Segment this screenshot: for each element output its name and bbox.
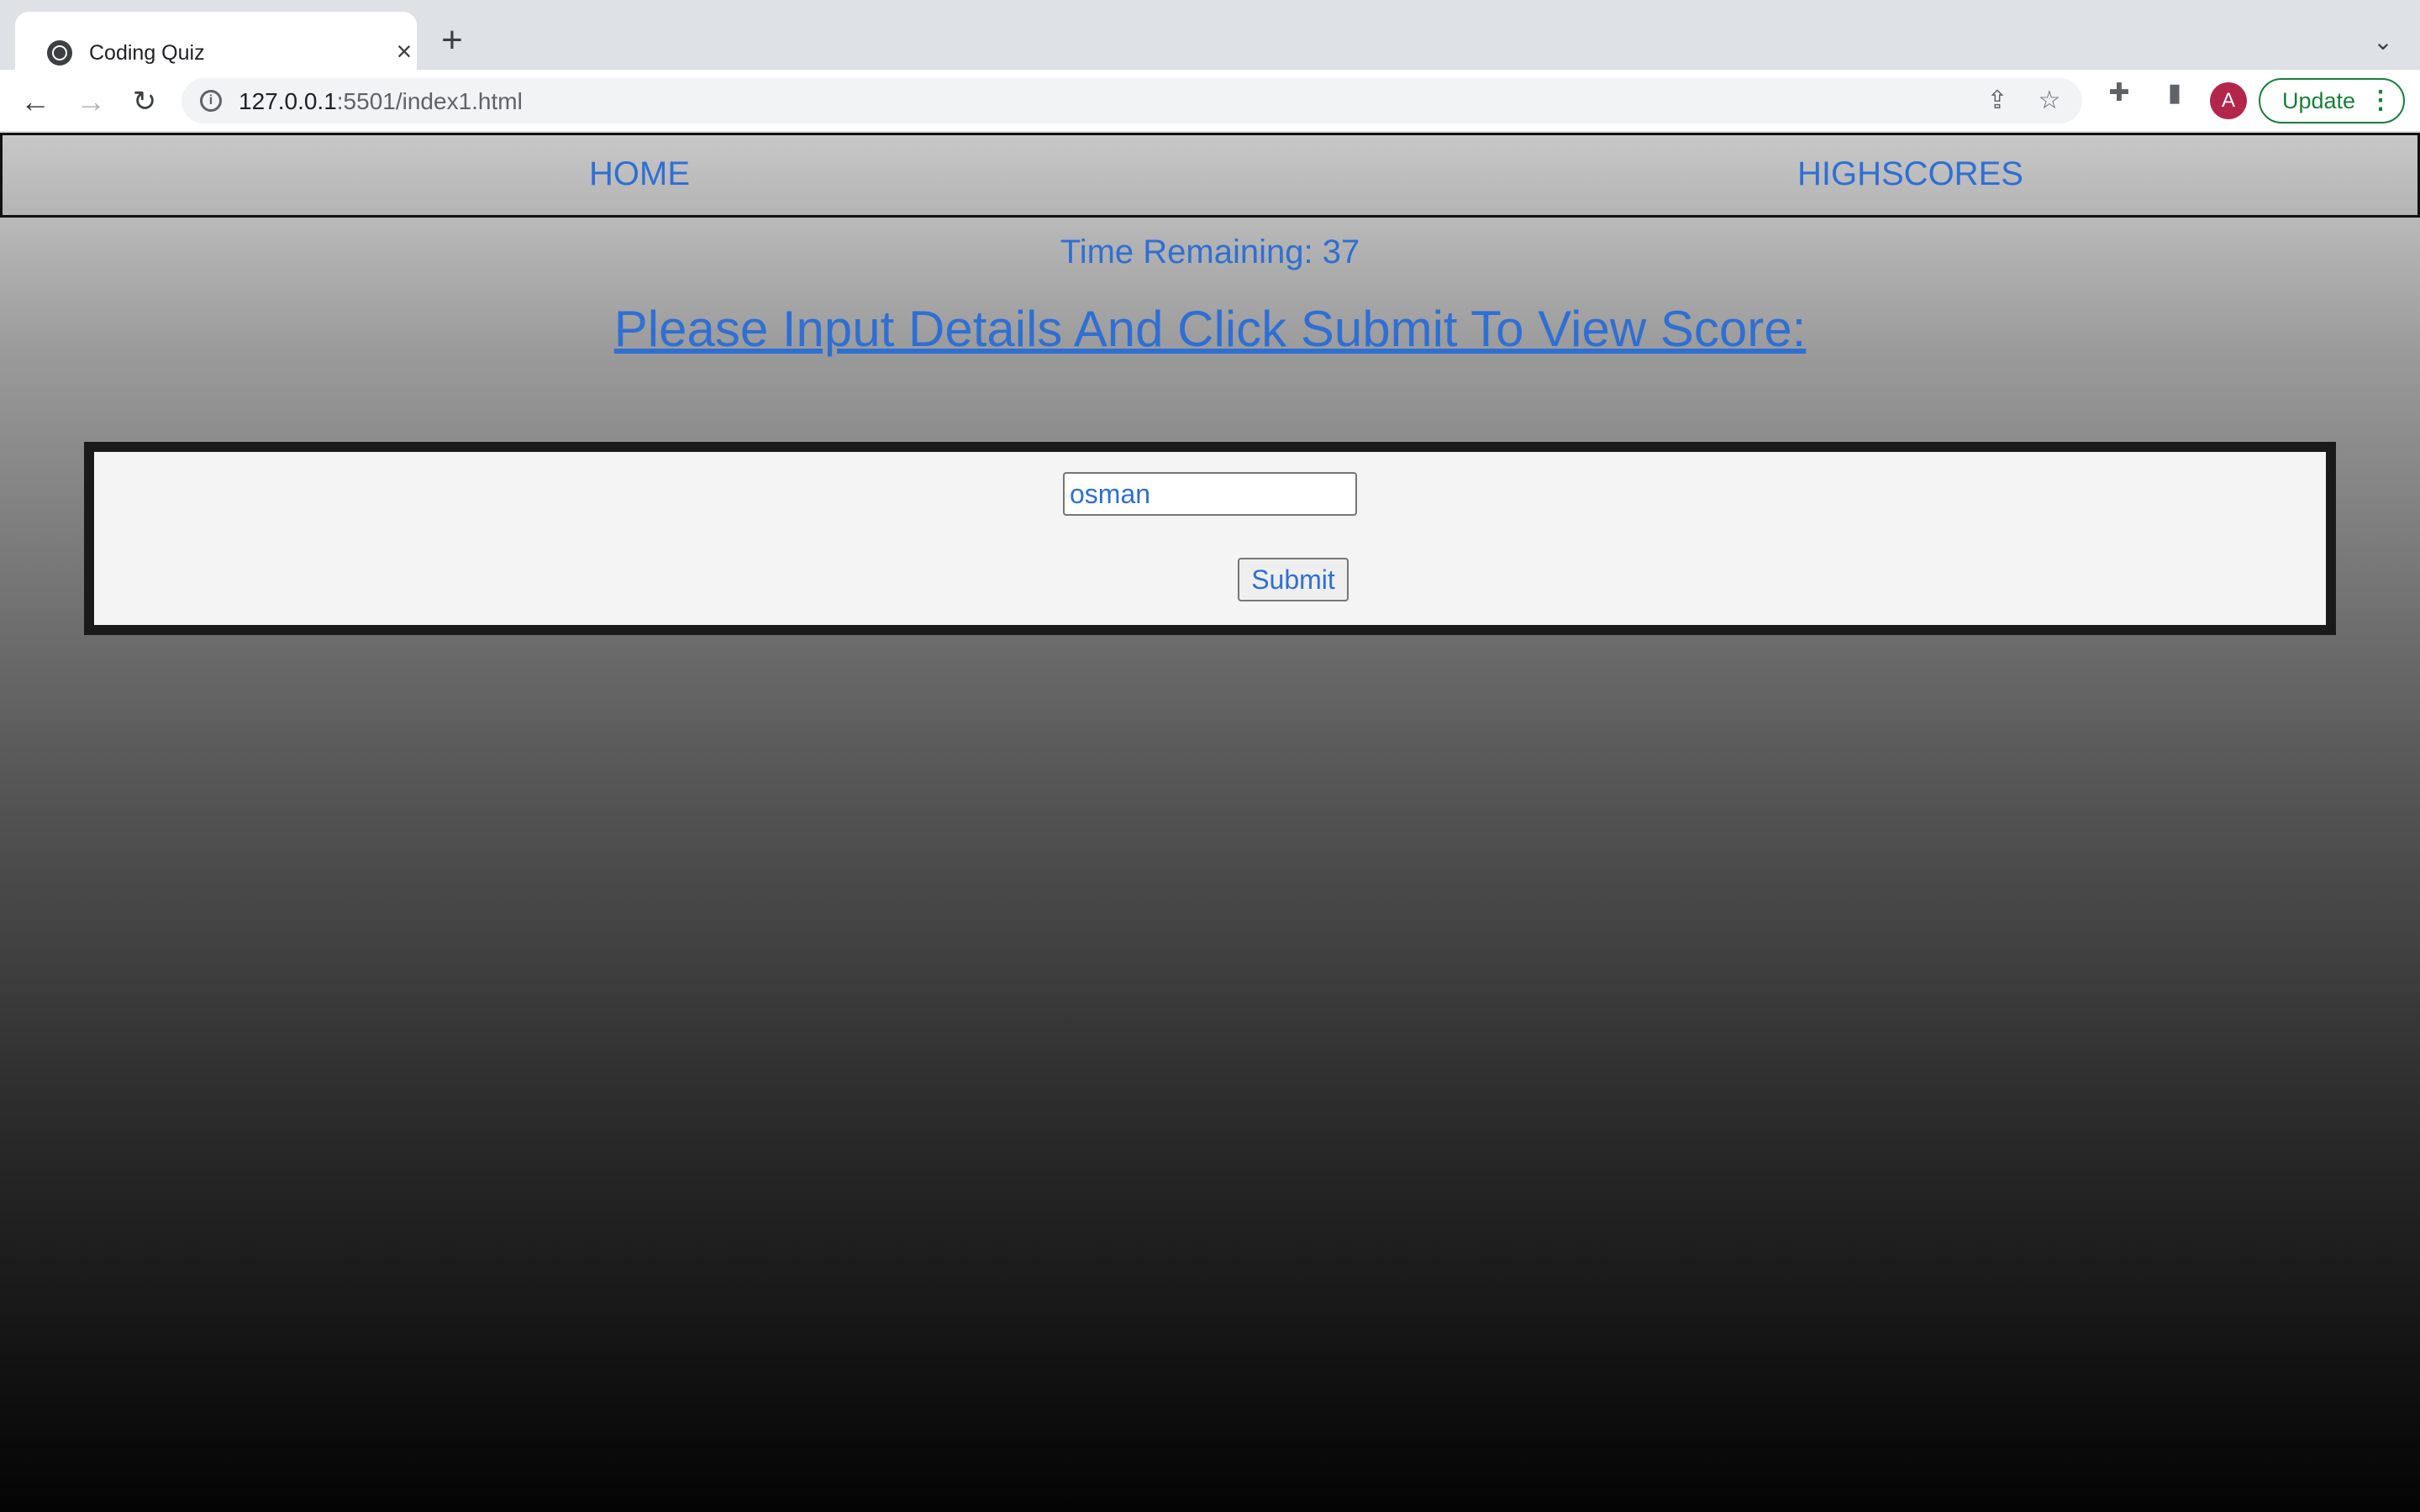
- address-bar[interactable]: i 127.0.0.1:5501/index1.html ⇪ ☆: [182, 78, 2082, 123]
- reload-icon[interactable]: ↻: [126, 83, 163, 120]
- close-icon[interactable]: ×: [390, 37, 418, 66]
- browser-toolbar: ← → ↻ i 127.0.0.1:5501/index1.html ⇪ ☆ ✚…: [0, 70, 2420, 133]
- url-text[interactable]: 127.0.0.1:5501/index1.html: [239, 88, 523, 115]
- star-icon[interactable]: ☆: [2035, 87, 2064, 115]
- puzzle-icon[interactable]: ✚: [2102, 76, 2136, 110]
- page-viewport: HOME HIGHSCORES Time Remaining: 37 Pleas…: [0, 133, 2420, 1512]
- plus-icon[interactable]: +: [434, 22, 471, 59]
- time-remaining: Time Remaining: 37: [1060, 234, 1360, 270]
- submit-button[interactable]: Submit: [1238, 558, 1349, 601]
- name-input[interactable]: [1063, 472, 1357, 516]
- nav-home-link[interactable]: HOME: [589, 154, 690, 194]
- globe-icon: [47, 40, 72, 66]
- back-arrow-icon[interactable]: ←: [17, 83, 54, 120]
- share-icon[interactable]: ⇪: [1983, 87, 2012, 115]
- forward-arrow-icon[interactable]: →: [72, 83, 109, 120]
- tab-title: Coding Quiz: [89, 41, 205, 65]
- side-panel-icon[interactable]: ▮: [2158, 76, 2191, 110]
- avatar[interactable]: A: [2210, 82, 2247, 119]
- score-form: Submit: [84, 442, 2336, 635]
- site-navbar: HOME HIGHSCORES: [0, 133, 2420, 218]
- tab-coding-quiz[interactable]: Coding Quiz ×: [15, 12, 417, 70]
- info-icon[interactable]: i: [200, 90, 222, 112]
- tab-strip: Coding Quiz × + ⌄: [0, 0, 2420, 70]
- nav-highscores-link[interactable]: HIGHSCORES: [1797, 154, 2023, 194]
- chevron-down-icon[interactable]: ⌄: [2366, 25, 2400, 59]
- browser-chrome: Coding Quiz × + ⌄ ← → ↻ i 127.0.0.1:5501…: [0, 0, 2420, 133]
- kebab-menu-icon: ⋮: [2368, 87, 2393, 114]
- page-title: Please Input Details And Click Submit To…: [613, 301, 1807, 357]
- update-button[interactable]: Update ⋮: [2259, 78, 2405, 123]
